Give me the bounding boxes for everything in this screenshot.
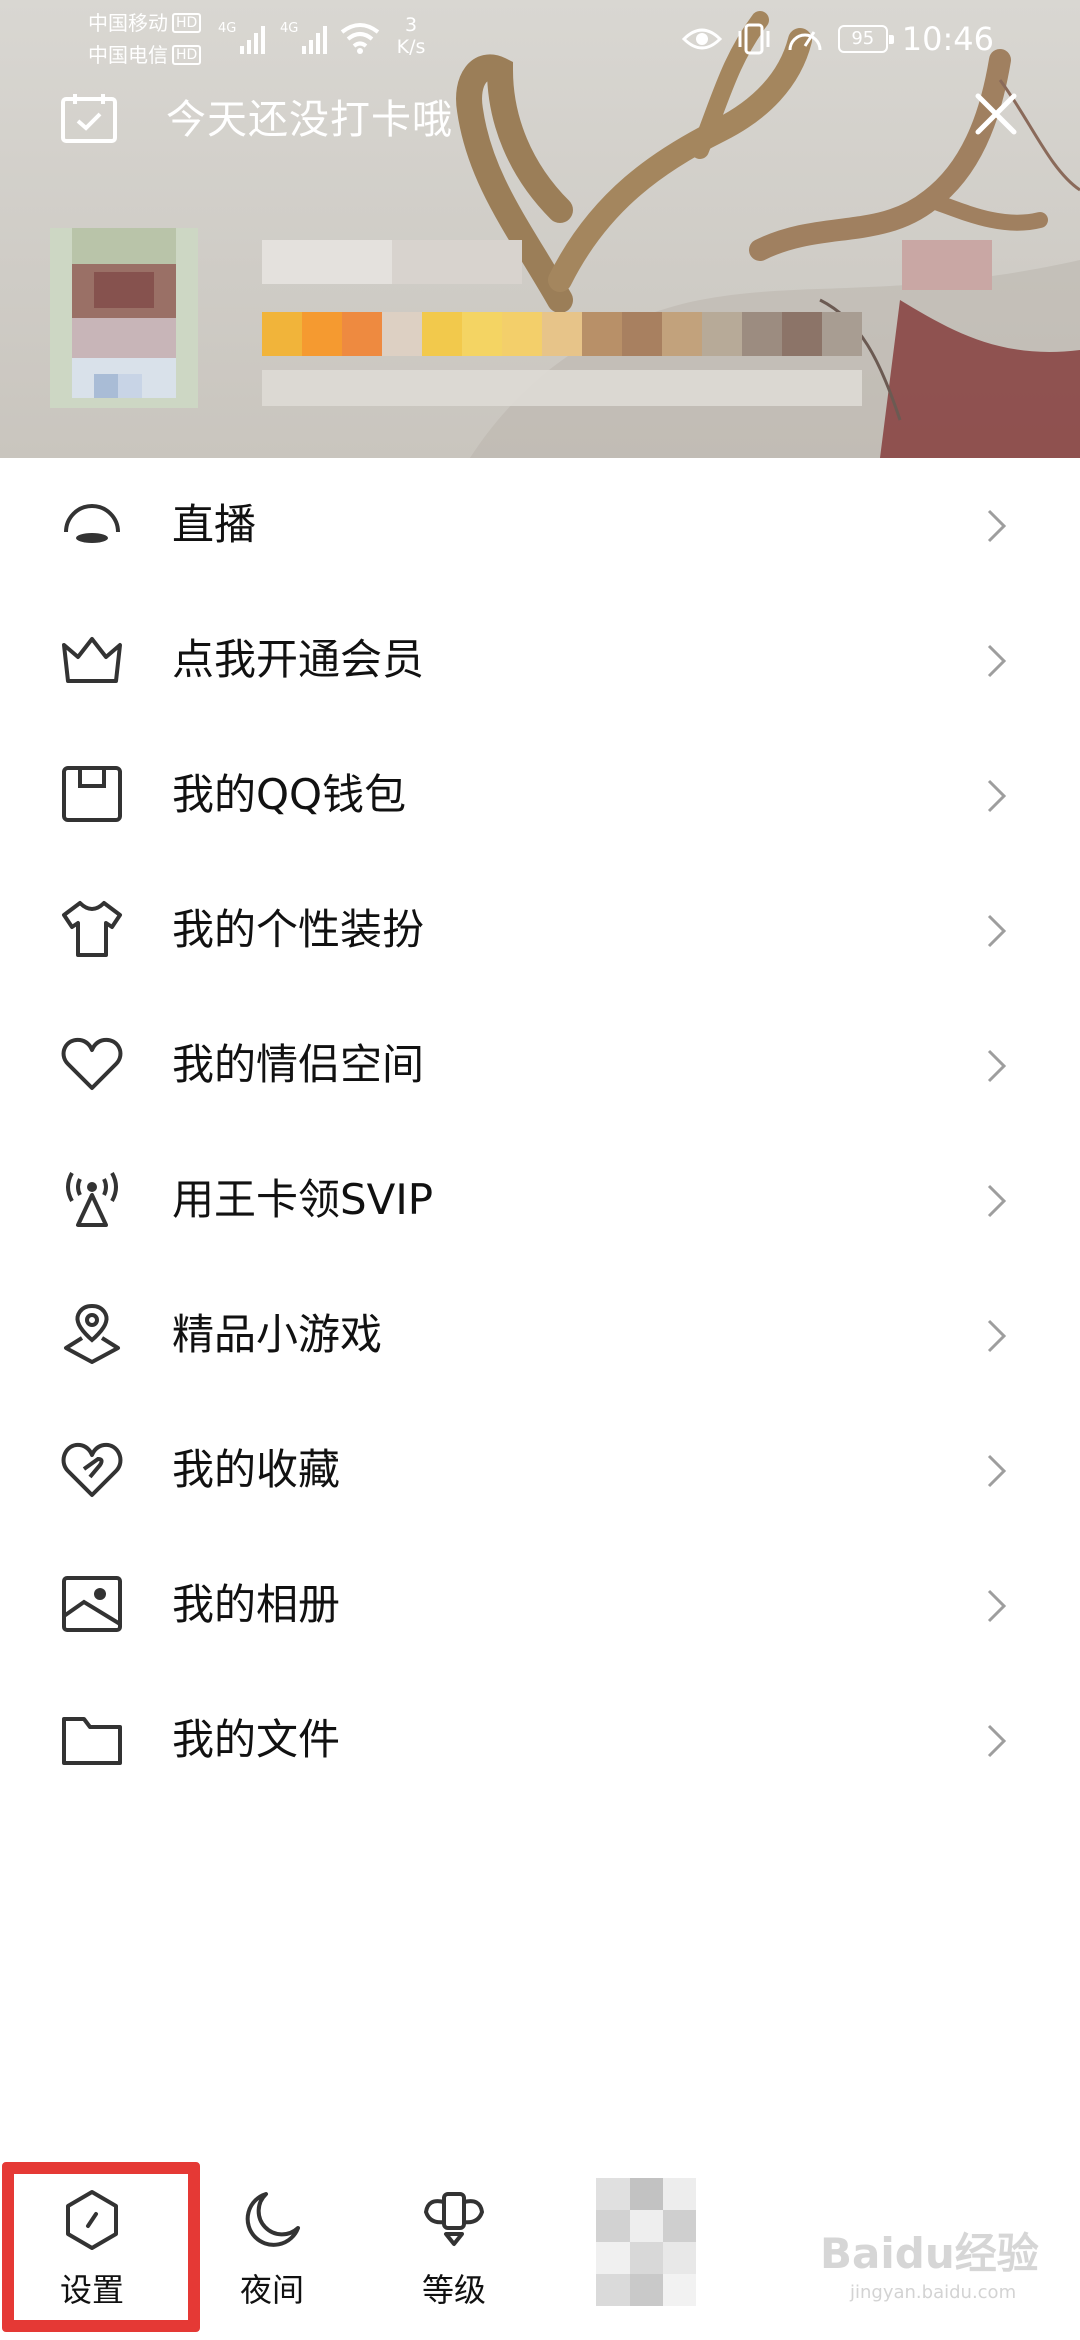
wallet-icon xyxy=(62,766,122,822)
menu-label-vip: 点我开通会员 xyxy=(172,635,425,684)
moon-icon xyxy=(245,2192,300,2247)
menu-item-kingcard[interactable]: 用王卡领SVIP xyxy=(0,1133,1080,1268)
svg-text:4G: 4G xyxy=(218,21,236,36)
menu-label-games: 精品小游戏 xyxy=(172,1310,383,1359)
chevron-right-icon xyxy=(987,914,1007,948)
menu-item-favorites[interactable]: 我的收藏 xyxy=(0,1403,1080,1538)
battery-indicator: 95 xyxy=(837,25,894,53)
live-icon xyxy=(64,504,120,543)
signal-tower-icon xyxy=(66,1172,118,1227)
eye-icon xyxy=(681,28,722,50)
chevron-right-icon xyxy=(987,1454,1007,1488)
menu-item-files[interactable]: 我的文件 xyxy=(0,1673,1080,1808)
level-wings-icon xyxy=(423,2192,485,2246)
wifi-icon xyxy=(340,23,380,54)
night-mode-button[interactable]: 夜间 xyxy=(202,2170,342,2320)
carrier-2: 中国电信 HD xyxy=(88,42,202,68)
settings-highlight-box xyxy=(2,2162,200,2332)
chevron-right-icon xyxy=(987,644,1007,678)
menu-label-album: 我的相册 xyxy=(172,1580,341,1629)
baidu-watermark: Baidu经验 xyxy=(820,2229,1039,2278)
menu-label-kingcard: 用王卡领SVIP xyxy=(172,1175,434,1224)
menu-label-theme: 我的个性装扮 xyxy=(172,905,425,954)
menu-label-live: 直播 xyxy=(172,500,257,549)
signal-2-icon: 4G xyxy=(280,21,327,54)
chevron-right-icon xyxy=(987,779,1007,813)
menu-item-wallet[interactable]: 我的QQ钱包 xyxy=(0,728,1080,863)
menu-item-live[interactable]: 直播 xyxy=(0,458,1080,593)
folder-icon xyxy=(62,1717,122,1765)
level-button[interactable]: 等级 xyxy=(384,2170,524,2320)
speedometer-icon xyxy=(788,31,822,51)
chevron-right-icon xyxy=(987,1589,1007,1623)
carrier-2-name: 中国电信 xyxy=(88,43,168,67)
menu-label-files: 我的文件 xyxy=(172,1715,341,1764)
status-bar: 中国移动 HD 中国电信 HD 4G 4G 3 K/s 95 10:46 xyxy=(0,0,1080,78)
menu-item-vip[interactable]: 点我开通会员 xyxy=(0,593,1080,728)
tshirt-icon xyxy=(62,901,122,957)
calendar-check-icon[interactable] xyxy=(60,92,118,144)
chevron-right-icon xyxy=(987,1319,1007,1353)
crown-icon xyxy=(62,637,122,683)
clock: 10:46 xyxy=(901,20,994,58)
network-speed: 3 K/s xyxy=(392,14,430,58)
status-right: 95 10:46 xyxy=(681,16,994,62)
game-pin-icon xyxy=(64,1303,120,1364)
chevron-right-icon xyxy=(987,1049,1007,1083)
menu-label-favorites: 我的收藏 xyxy=(172,1445,341,1494)
chevron-right-icon xyxy=(987,509,1007,543)
speed-unit: K/s xyxy=(396,36,426,58)
chevron-right-icon xyxy=(987,1724,1007,1758)
menu-item-album[interactable]: 我的相册 xyxy=(0,1538,1080,1673)
signal-1-icon: 4G xyxy=(218,21,265,54)
speed-value: 3 xyxy=(404,14,418,36)
hd-badge: HD xyxy=(172,13,202,33)
hd-badge: HD xyxy=(172,45,202,65)
vibrate-icon xyxy=(738,23,770,55)
profile-header: 中国移动 HD 中国电信 HD 4G 4G 3 K/s 95 10:46 今天还… xyxy=(0,0,1080,458)
chevron-right-icon xyxy=(987,1184,1007,1218)
baidu-watermark-url: jingyan.baidu.com xyxy=(850,2282,1017,2303)
menu-item-couple[interactable]: 我的情侣空间 xyxy=(0,998,1080,1133)
album-icon xyxy=(62,1576,122,1632)
close-icon[interactable] xyxy=(972,90,1020,138)
menu-item-theme[interactable]: 我的个性装扮 xyxy=(0,863,1080,998)
heart-icon xyxy=(61,1037,123,1090)
checkin-prompt[interactable]: 今天还没打卡哦 xyxy=(166,94,453,146)
menu-label-wallet: 我的QQ钱包 xyxy=(172,770,407,819)
menu-item-games[interactable]: 精品小游戏 xyxy=(0,1268,1080,1403)
level-label: 等级 xyxy=(421,2271,486,2309)
night-label: 夜间 xyxy=(239,2271,304,2309)
carrier-1: 中国移动 HD xyxy=(88,10,202,36)
favorite-icon xyxy=(61,1442,123,1497)
weather-mosaic[interactable] xyxy=(596,2178,696,2306)
svg-text:4G: 4G xyxy=(280,21,298,36)
menu-label-couple: 我的情侣空间 xyxy=(172,1040,425,1089)
avatar[interactable] xyxy=(50,228,198,408)
carrier-1-name: 中国移动 xyxy=(88,11,168,35)
nickname-mosaic xyxy=(262,240,992,406)
